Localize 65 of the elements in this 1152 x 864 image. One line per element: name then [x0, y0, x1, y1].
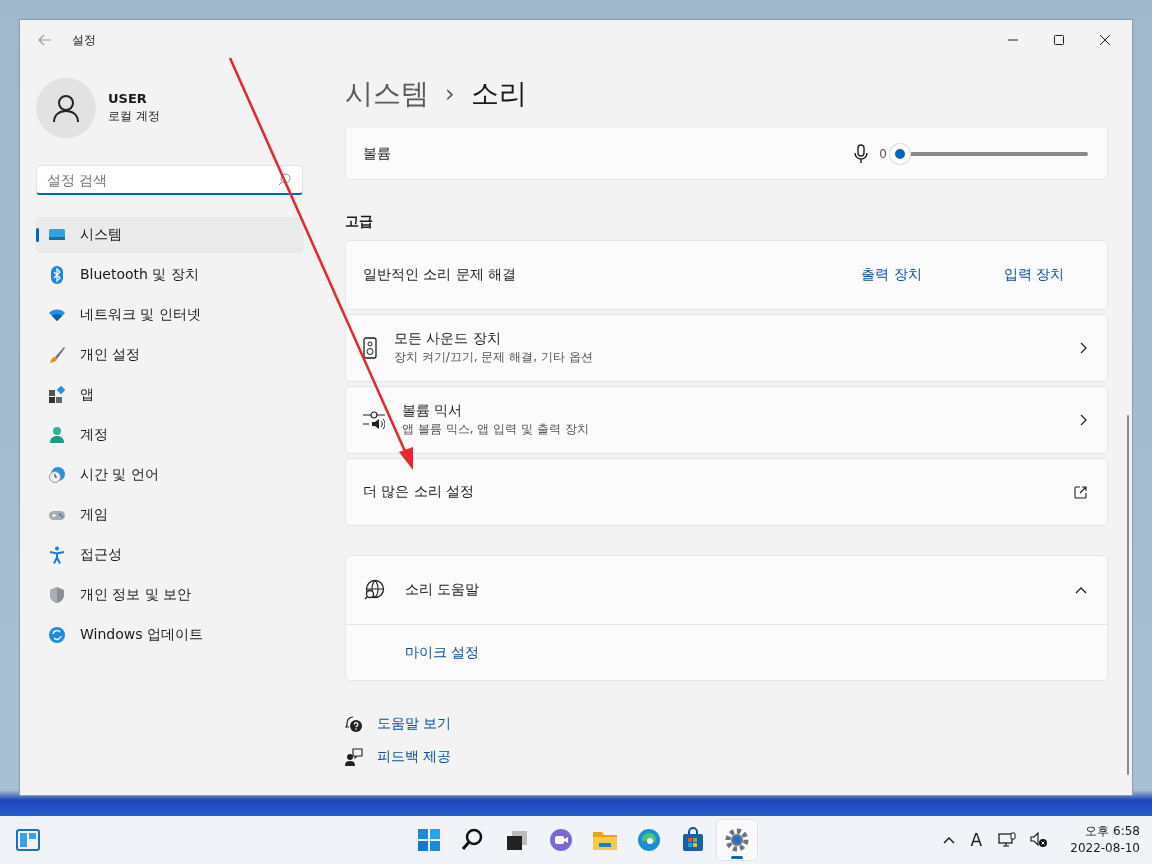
chevron-icon[interactable] [1075, 586, 1087, 594]
volume-reading: 0 [879, 146, 887, 161]
widgets-icon[interactable] [16, 829, 40, 851]
search-field[interactable]: 설정 검색 [36, 165, 303, 195]
window-title: 설정 [72, 31, 96, 49]
mixer-icon [363, 411, 385, 429]
clock-time[interactable]: 오후 6:58 [1085, 823, 1140, 840]
globe-clock-icon [48, 466, 66, 484]
footer-link[interactable]: 피드백 제공 [377, 748, 452, 766]
help-bubble-icon [345, 715, 363, 733]
network-icon[interactable] [998, 832, 1017, 848]
maximize-icon[interactable] [1054, 35, 1064, 45]
device-link[interactable]: 출력 장치 [861, 266, 922, 284]
sidebar-item[interactable]: 앱 [36, 377, 304, 413]
breadcrumb-parent[interactable]: 시스템 [345, 75, 429, 113]
user-name: USER [108, 91, 148, 106]
person-silhouette-icon [51, 93, 81, 123]
clock-date[interactable]: 2022-08-10 [1070, 840, 1140, 857]
sidebar-item[interactable]: 시간 및 언어 [36, 457, 304, 493]
speaker-icon [363, 337, 377, 359]
input-indicator[interactable]: A [970, 830, 983, 850]
section-heading: 고급 [345, 213, 374, 231]
globe-search-icon [363, 579, 385, 601]
sidebar-item[interactable]: 계정 [36, 417, 304, 453]
feedback-icon [345, 748, 363, 766]
accessibility-icon [48, 546, 66, 564]
sidebar-item[interactable]: 접근성 [36, 537, 304, 573]
chevron-right-icon [1080, 342, 1087, 354]
sidebar-item[interactable]: 네트워크 및 인터넷 [36, 297, 304, 333]
help-link[interactable]: 마이크 설정 [405, 643, 480, 662]
footer-link[interactable]: 도움말 보기 [377, 715, 452, 733]
person-icon [48, 426, 66, 444]
breadcrumb-separator: › [445, 80, 455, 108]
troubleshoot-label: 일반적인 소리 문제 해결 [363, 266, 517, 284]
microphone-icon [854, 143, 869, 164]
account-type: 로컬 계정 [108, 108, 160, 125]
scrollbar[interactable] [1127, 415, 1129, 775]
sidebar-item[interactable]: 시스템 [36, 217, 304, 253]
chevron-right-icon [1080, 414, 1087, 426]
taskbar-gear-icon[interactable] [717, 820, 757, 860]
chevron-up-icon[interactable] [942, 836, 955, 844]
update-icon [48, 626, 66, 644]
close-icon[interactable] [1100, 35, 1110, 45]
brush-icon [48, 346, 66, 364]
sidebar-item[interactable]: 게임 [36, 497, 304, 533]
sidebar-item[interactable]: 개인 설정 [36, 337, 304, 373]
sidebar-item[interactable]: Windows 업데이트 [36, 617, 304, 653]
apps-icon [48, 386, 66, 404]
back-arrow-icon[interactable] [38, 34, 52, 46]
setting-card[interactable]: 볼륨 믹서 앱 볼륨 믹스, 앱 입력 및 출력 장치 [345, 386, 1108, 454]
bluetooth-icon [48, 266, 66, 284]
search-icon [278, 173, 291, 186]
help-title: 소리 도움말 [405, 581, 480, 599]
setting-card[interactable]: 더 많은 소리 설정 [345, 458, 1108, 526]
muted-speaker-icon[interactable] [1030, 832, 1049, 848]
device-link[interactable]: 입력 장치 [1003, 266, 1064, 284]
volume-slider[interactable] [890, 143, 1090, 164]
setting-card[interactable]: 모든 사운드 장치 장치 켜기/끄기, 문제 해결, 기타 옵션 [345, 314, 1108, 382]
volume-label: 볼륨 [363, 144, 391, 163]
page-title: 소리 [470, 76, 527, 112]
sidebar-item[interactable]: Bluetooth 및 장치 [36, 257, 304, 293]
slider-thumb[interactable] [890, 143, 910, 164]
external-link-icon [1074, 485, 1087, 499]
shield-icon [48, 586, 66, 604]
sidebar-item[interactable]: 개인 정보 및 보안 [36, 577, 304, 613]
